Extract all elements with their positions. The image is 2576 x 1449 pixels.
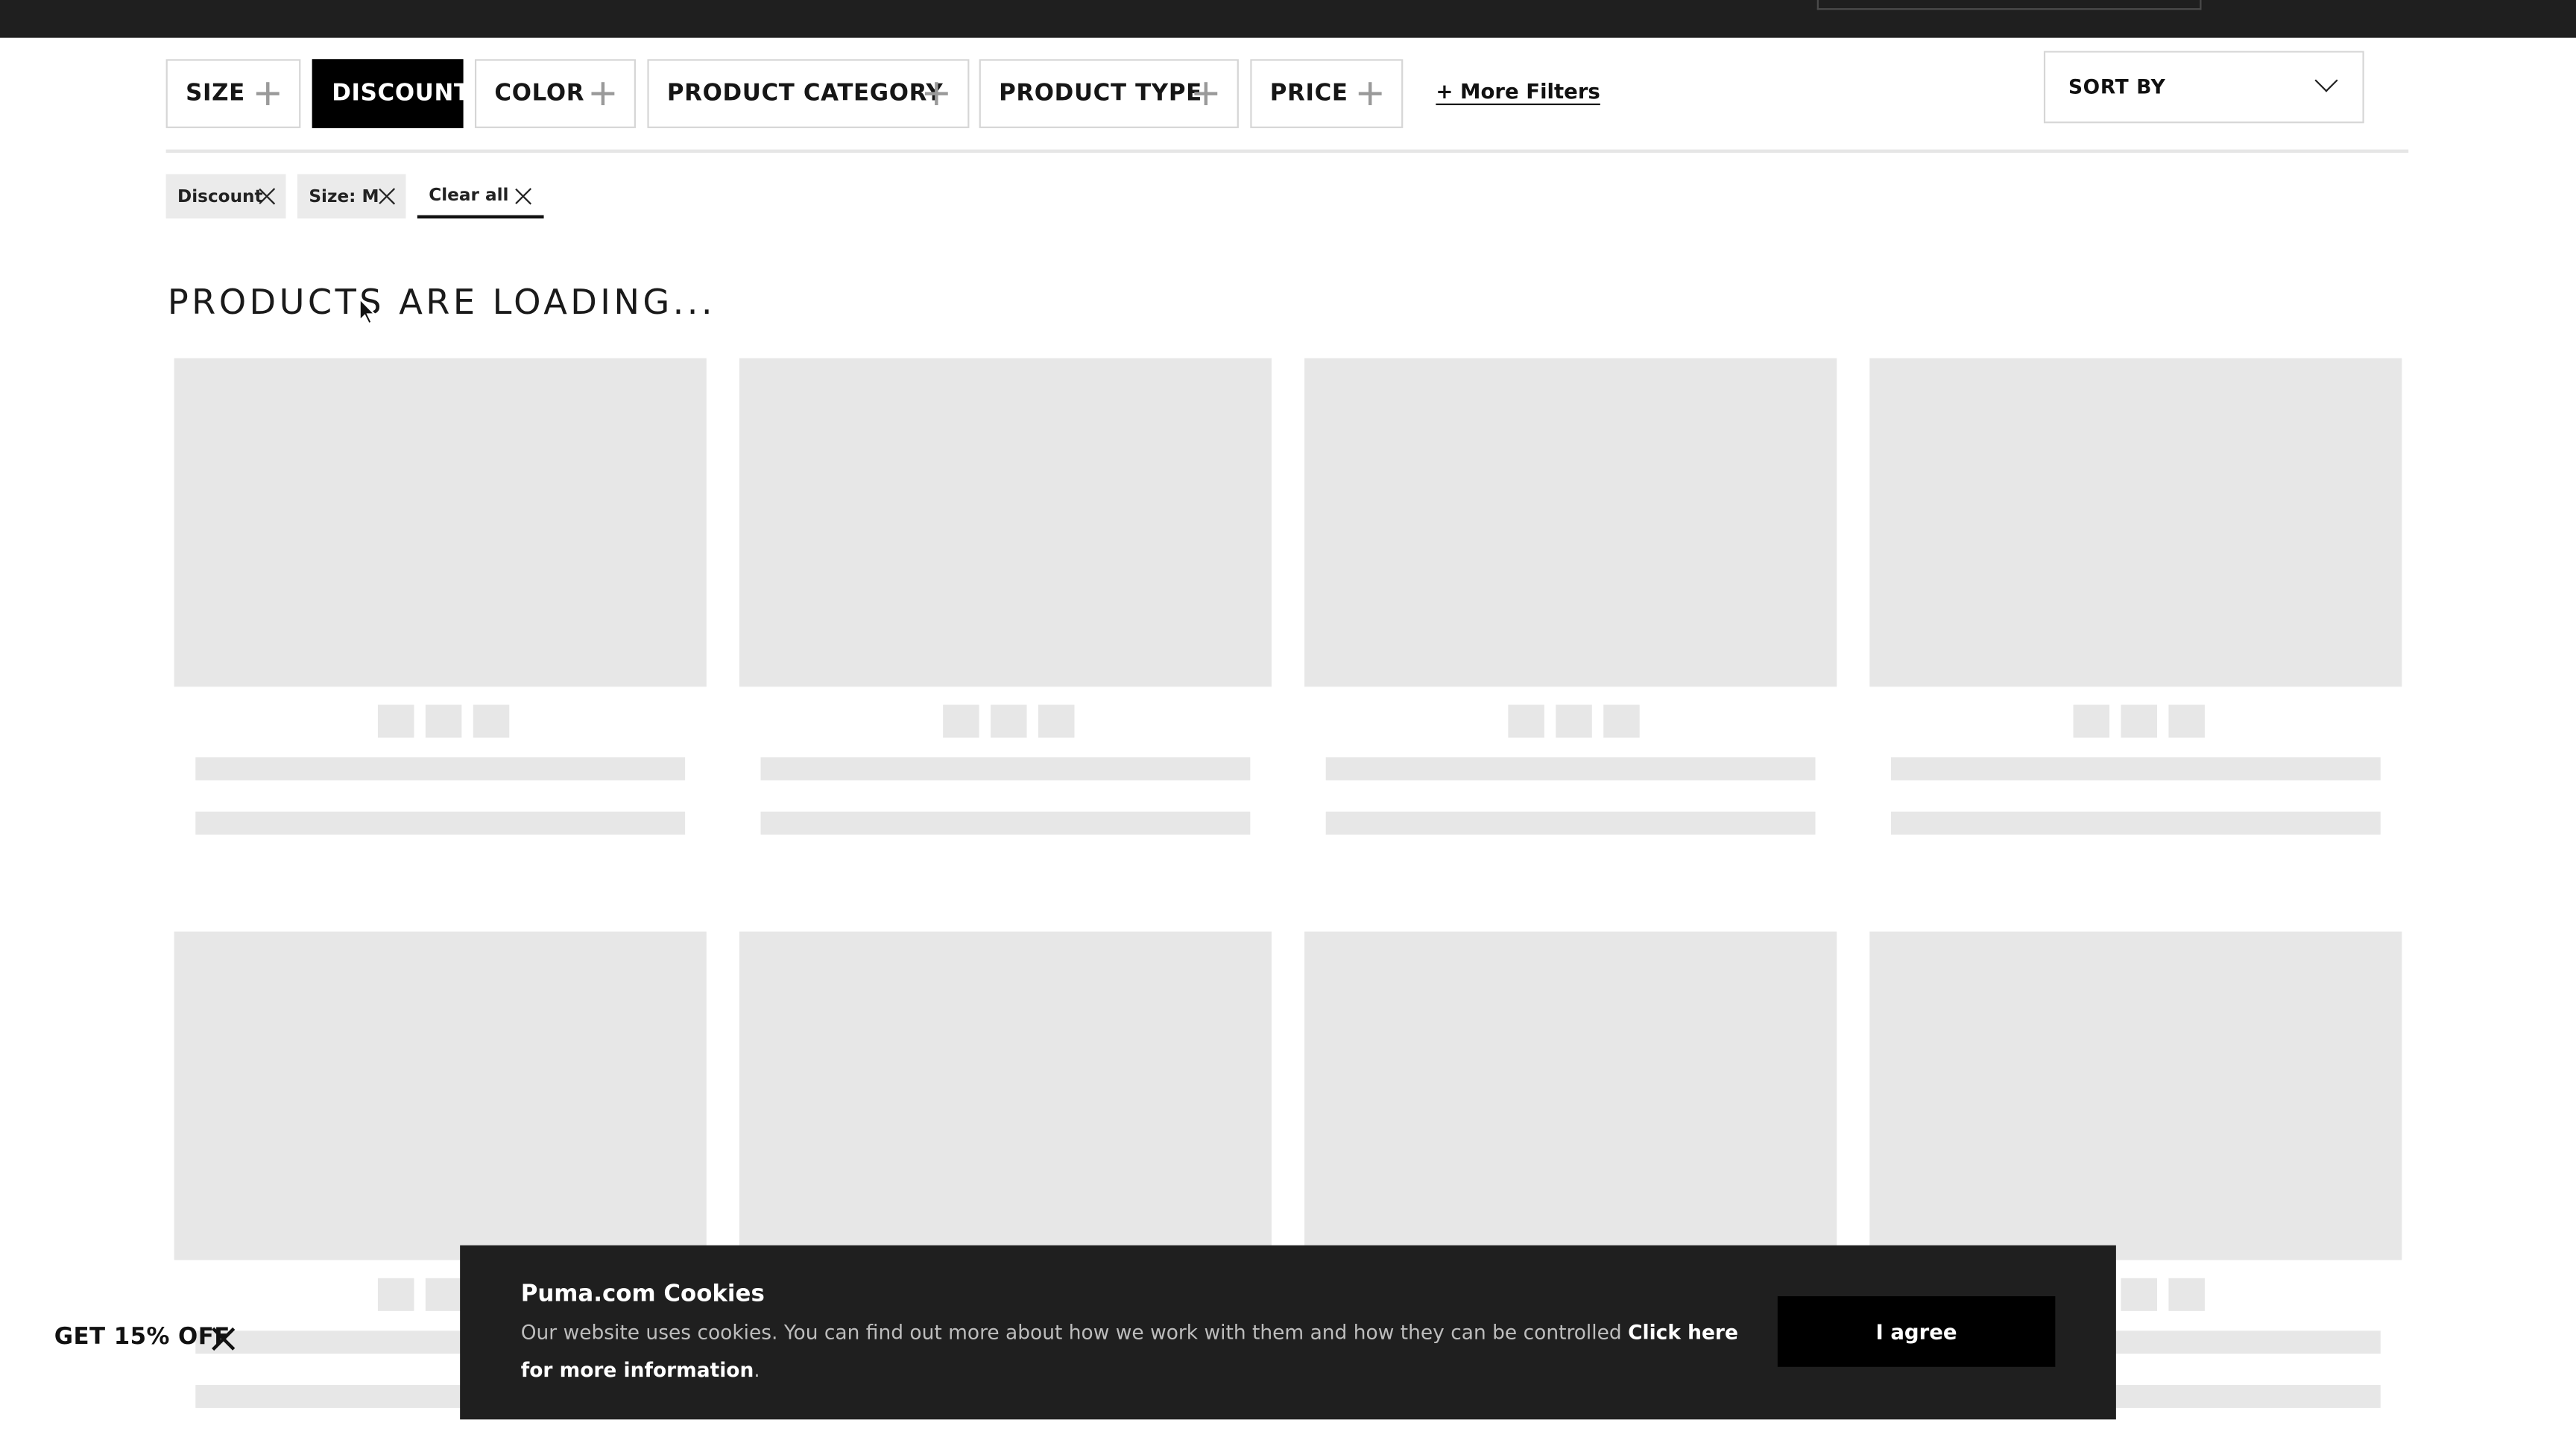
cookie-banner: Puma.com Cookies Our website uses cookie… [460, 1245, 2116, 1420]
product-price-placeholder [760, 811, 1251, 835]
product-name-placeholder [1890, 757, 2381, 780]
product-image-placeholder [1304, 931, 1837, 1260]
swatch-placeholder [2121, 704, 2157, 738]
discount-promo-label[interactable]: GET 15% OFF [54, 1325, 230, 1351]
chevron-down-icon [2314, 69, 2338, 92]
close-icon [514, 187, 532, 205]
sort-by-dropdown[interactable]: SORT BY [2043, 51, 2364, 124]
product-image-placeholder [739, 358, 1272, 687]
top-navigation-bar [0, 0, 2576, 38]
swatch-placeholder [473, 704, 510, 738]
search-box[interactable] [1816, 0, 2202, 10]
product-card-skeleton [739, 358, 1272, 838]
applied-filter-discount-label: Discount [177, 186, 263, 206]
swatch-placeholder [425, 704, 462, 738]
swatch-placeholder [991, 704, 1027, 738]
product-image-placeholder [1869, 931, 2402, 1260]
filter-color-label: COLOR [494, 80, 585, 107]
swatch-placeholder [1508, 704, 1544, 738]
filter-price-label: PRICE [1269, 80, 1348, 107]
swatch-placeholder [943, 704, 979, 738]
product-card-skeleton [1304, 358, 1837, 838]
product-card-skeleton [174, 358, 707, 838]
filter-product-category-button[interactable]: PRODUCT CATEGORY [647, 59, 970, 128]
product-image-placeholder [739, 931, 1272, 1260]
cookie-banner-text: Our website uses cookies. You can find o… [521, 1314, 1753, 1389]
swatch-placeholder [377, 704, 414, 738]
product-card-skeleton [1869, 358, 2402, 838]
filter-product-type-button[interactable]: PRODUCT TYPE [979, 59, 1239, 128]
product-name-placeholder [195, 757, 686, 780]
close-icon[interactable] [378, 187, 396, 205]
plus-icon [1194, 82, 1218, 106]
page-root: SIZE DISCOUNT COLOR PRODUCT CATEGORY PRO… [0, 0, 2576, 1449]
filter-discount-button[interactable]: DISCOUNT [312, 59, 470, 128]
product-name-placeholder [760, 757, 1251, 780]
plus-icon [256, 82, 280, 106]
filter-product-category-label: PRODUCT CATEGORY [666, 80, 944, 107]
applied-filter-discount[interactable]: Discount [165, 174, 286, 219]
swatch-placeholder [425, 1278, 462, 1311]
filter-size-button[interactable]: SIZE [165, 59, 301, 128]
plus-icon [1358, 82, 1382, 106]
clear-all-label: Clear all [429, 184, 509, 205]
filter-discount-label: DISCOUNT [332, 80, 470, 107]
cookie-banner-period: . [754, 1358, 760, 1382]
close-icon[interactable] [258, 187, 276, 205]
product-price-placeholder [1325, 811, 1816, 835]
filter-color-button[interactable]: COLOR [474, 59, 636, 128]
clear-all-button[interactable]: Clear all [417, 174, 544, 219]
swatch-placeholder [1556, 704, 1592, 738]
swatch-placeholder [1038, 704, 1075, 738]
swatch-placeholder [377, 1278, 414, 1311]
product-name-placeholder [1325, 757, 1816, 780]
sort-by-label: SORT BY [2068, 75, 2166, 99]
filter-divider [165, 149, 2409, 153]
filter-size-label: SIZE [186, 80, 245, 107]
filter-product-type-label: PRODUCT TYPE [999, 80, 1202, 107]
applied-filter-size[interactable]: Size: M [297, 174, 406, 219]
product-image-placeholder [1869, 358, 2402, 687]
products-loading-title: PRODUCTS ARE LOADING... [167, 282, 716, 323]
filter-price-button[interactable]: PRICE [1250, 59, 1404, 128]
swatch-placeholder [2168, 704, 2205, 738]
applied-filter-size-label: Size: M [309, 186, 379, 206]
product-image-placeholder [174, 931, 707, 1260]
swatch-placeholder [2073, 704, 2110, 738]
plus-icon [591, 82, 615, 106]
swatch-placeholder [2168, 1278, 2205, 1311]
swatch-placeholder [1603, 704, 1640, 738]
cookie-banner-title: Puma.com Cookies [520, 1281, 765, 1308]
swatch-placeholder [2121, 1278, 2157, 1311]
plus-icon [924, 82, 948, 106]
mouse-pointer-icon [359, 297, 376, 325]
product-image-placeholder [174, 358, 707, 687]
cookie-agree-button[interactable]: I agree [1777, 1296, 2056, 1367]
more-filters-link[interactable]: + More Filters [1436, 79, 1600, 104]
cookie-banner-message: Our website uses cookies. You can find o… [520, 1321, 1622, 1344]
close-icon[interactable] [212, 1328, 235, 1351]
product-price-placeholder [1890, 811, 2381, 835]
product-price-placeholder [195, 811, 686, 835]
product-image-placeholder [1304, 358, 1837, 687]
